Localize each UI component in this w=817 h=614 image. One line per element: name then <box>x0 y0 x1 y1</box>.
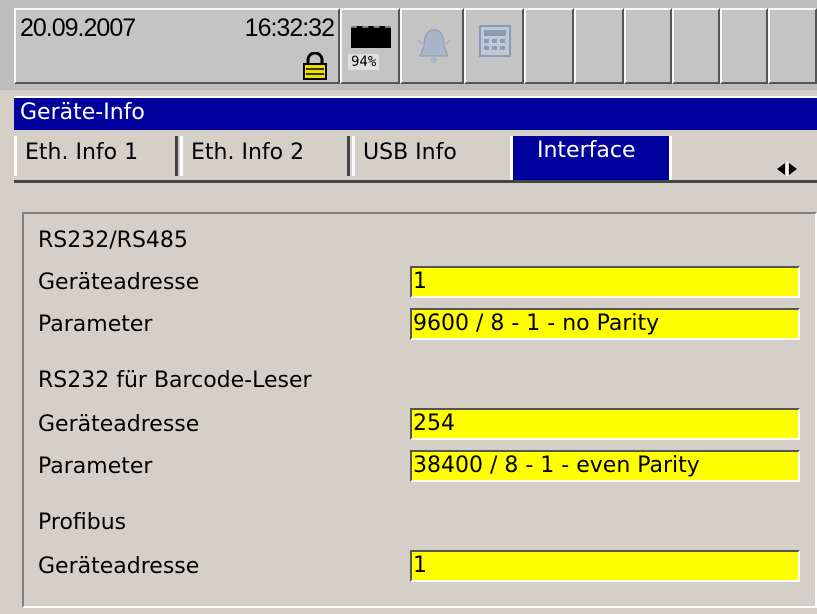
status-slot-4[interactable] <box>672 8 720 84</box>
tab-eth-info-1[interactable]: Eth. Info 1 <box>14 136 178 176</box>
tab-label: Eth. Info 2 <box>191 140 305 165</box>
status-slot-6[interactable] <box>768 8 817 84</box>
tab-label: USB Info <box>363 140 457 165</box>
field-label: Parameter <box>38 454 153 479</box>
date-display: 20.09.2007 <box>20 14 136 42</box>
field-label: Parameter <box>38 312 153 337</box>
barcode-parameter-field[interactable]: 38400 / 8 - 1 - even Parity <box>410 450 800 482</box>
alarm-button[interactable] <box>400 8 464 84</box>
tab-interface[interactable]: Interface <box>510 136 672 180</box>
tab-eth-info-2[interactable]: Eth. Info 2 <box>180 136 350 176</box>
battery-indicator: 94% <box>340 8 400 84</box>
field-label: Geräteadresse <box>38 554 200 579</box>
rs485-parameter-field[interactable]: 9600 / 8 - 1 - no Parity <box>410 308 800 340</box>
tab-bar: Eth. Info 1 Eth. Info 2 USB Info Interfa… <box>14 130 817 182</box>
keypad-button[interactable] <box>464 8 524 84</box>
battery-icon <box>351 26 391 48</box>
tab-label: Eth. Info 1 <box>25 140 139 165</box>
status-bar: 20.09.2007 16:32:32 94% <box>0 0 817 90</box>
section-title-barcode-reader: RS232 für Barcode-Leser <box>38 368 312 393</box>
keypad-icon <box>479 25 511 57</box>
field-label: Geräteadresse <box>38 270 200 295</box>
datetime-display: 20.09.2007 16:32:32 <box>14 8 340 84</box>
status-slot-1[interactable] <box>524 8 574 84</box>
tab-divider <box>14 180 817 183</box>
profibus-device-address-field[interactable]: 1 <box>410 550 800 582</box>
time-display: 16:32:32 <box>244 14 335 42</box>
tab-scroll-arrows-icon[interactable] <box>774 161 800 177</box>
window-title: Geräte-Info <box>20 100 145 125</box>
status-slot-5[interactable] <box>720 8 768 84</box>
interface-info-panel: RS232/RS485 Geräteadresse 1 Parameter 96… <box>22 212 817 608</box>
tab-label: Interface <box>537 138 636 163</box>
battery-percent: 94% <box>348 54 380 70</box>
rs485-device-address-field[interactable]: 1 <box>410 266 800 298</box>
section-title-profibus: Profibus <box>38 510 127 535</box>
field-label: Geräteadresse <box>38 412 200 437</box>
alarm-bell-icon <box>417 29 451 63</box>
tab-usb-info[interactable]: USB Info <box>352 136 494 176</box>
status-slot-3[interactable] <box>624 8 672 84</box>
barcode-device-address-field[interactable]: 254 <box>410 408 800 440</box>
lock-icon <box>303 52 327 80</box>
status-slot-2[interactable] <box>574 8 624 84</box>
section-title-rs232-rs485: RS232/RS485 <box>38 228 188 253</box>
window-title-bar: Geräte-Info <box>14 96 817 130</box>
